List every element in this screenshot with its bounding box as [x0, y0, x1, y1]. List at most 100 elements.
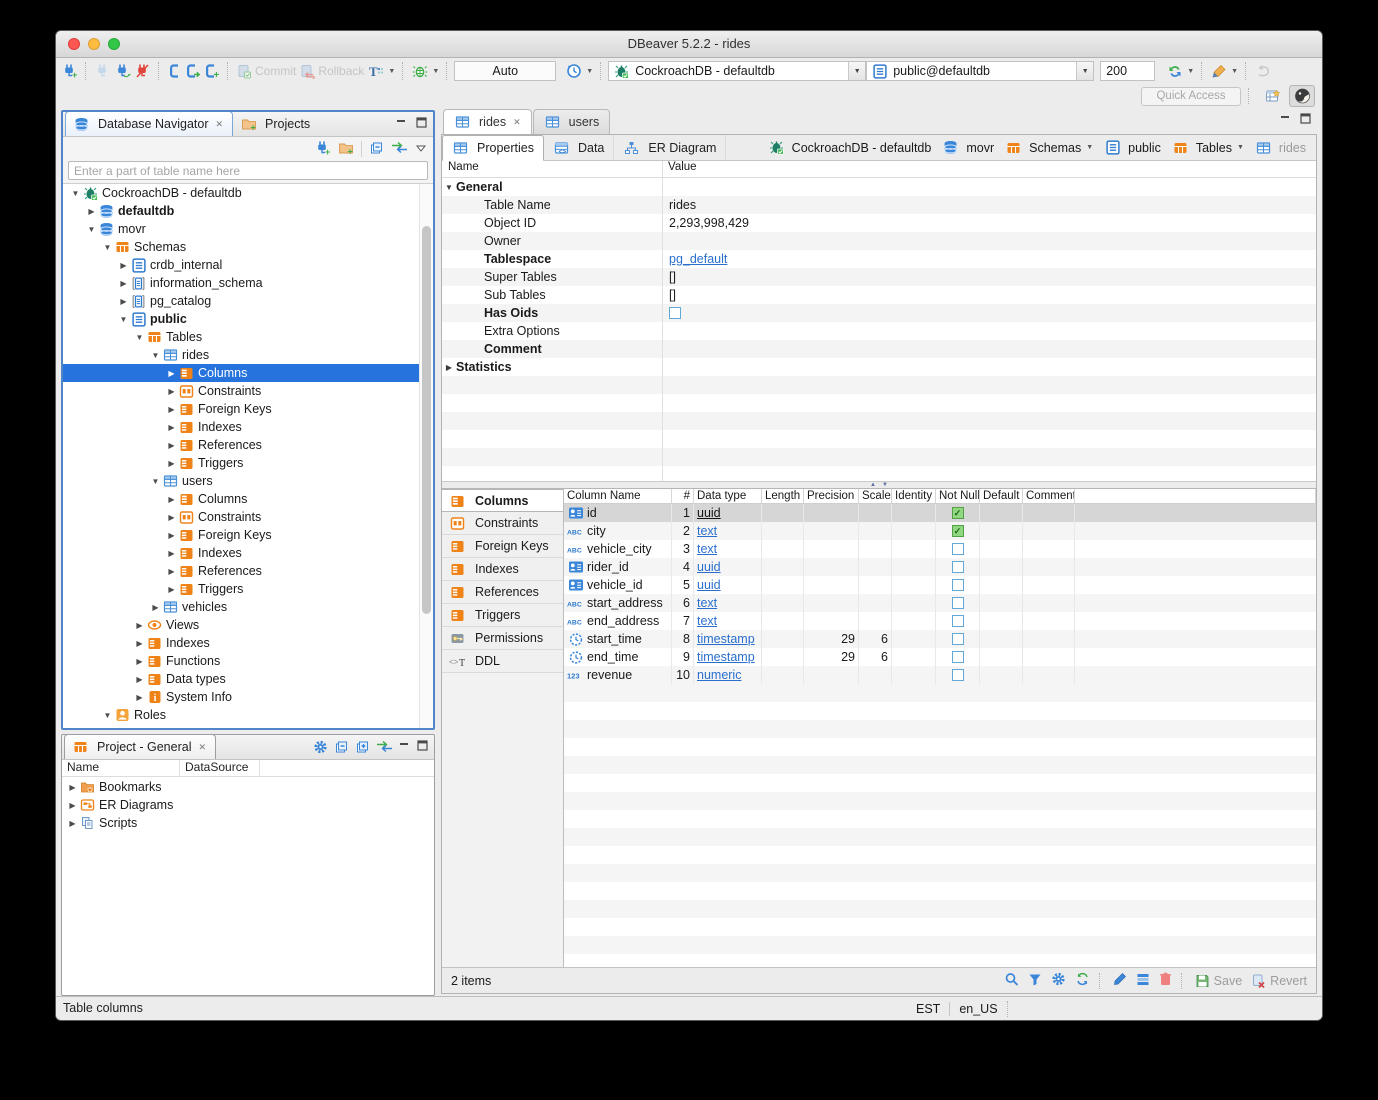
expand-arrow-icon[interactable]: ▶	[165, 441, 178, 450]
datatype-link[interactable]: timestamp	[697, 650, 755, 664]
project-item-scripts[interactable]: ▶Scripts	[62, 814, 434, 832]
editor-tab-rides[interactable]: rides✕	[443, 109, 532, 134]
expand-arrow-icon[interactable]: ▶	[133, 657, 146, 666]
tree-item-defaultdb[interactable]: ▶ defaultdb	[63, 202, 433, 220]
project-item-er-diagrams[interactable]: ▶ER Diagrams	[62, 796, 434, 814]
minimize-view-icon[interactable]	[396, 117, 408, 131]
object-tab-constraints[interactable]: Constraints	[442, 512, 563, 535]
expand-arrow-icon[interactable]: ▶	[165, 387, 178, 396]
navigator-scrollbar[interactable]	[419, 184, 433, 728]
collapse-arrow-icon[interactable]: ▼	[149, 351, 162, 360]
expand-arrow-icon[interactable]: ▶	[117, 261, 130, 270]
breadcrumb-movr[interactable]: movr	[942, 140, 994, 156]
datatype-link[interactable]: timestamp	[697, 632, 755, 646]
collapse-arrow-icon[interactable]: ▼	[442, 182, 456, 192]
maximize-editor-icon[interactable]	[1300, 113, 1312, 127]
col-header-not-null[interactable]: Not Null	[936, 489, 980, 504]
expand-arrow-icon[interactable]: ▶	[165, 531, 178, 540]
expand-arrow-icon[interactable]: ▶	[117, 279, 130, 288]
not-null-checkbox[interactable]	[952, 651, 964, 663]
minimize-editor-icon[interactable]	[1280, 113, 1292, 127]
view-tab-project-general[interactable]: Project - General✕	[64, 734, 216, 759]
tree-item-information-schema[interactable]: ▶ information_schema	[63, 274, 433, 292]
breadcrumb-schemas[interactable]: Schemas▼	[1005, 140, 1093, 156]
tree-item-triggers[interactable]: ▶ Triggers	[63, 580, 433, 598]
disconnect-button[interactable]	[133, 62, 153, 80]
expand-arrow-icon[interactable]: ▶	[133, 639, 146, 648]
edit-row-button[interactable]	[1113, 972, 1127, 989]
col-header-default[interactable]: Default	[980, 489, 1023, 504]
property-row-sub-tables[interactable]: Sub Tables[]	[442, 286, 1316, 304]
tree-item-foreign-keys[interactable]: ▶ Foreign Keys	[63, 526, 433, 544]
tree-item-indexes[interactable]: ▶ Indexes	[63, 418, 433, 436]
expand-arrow-icon[interactable]: ▶	[66, 783, 79, 792]
tablespace-link[interactable]: pg_default	[669, 252, 727, 266]
close-tab-icon[interactable]: ✕	[215, 119, 223, 130]
property-row-owner[interactable]: Owner	[442, 232, 1316, 250]
not-null-checkbox[interactable]	[952, 543, 964, 555]
tree-item-constraints[interactable]: ▶ Constraints	[63, 382, 433, 400]
tree-item-foreign-keys[interactable]: ▶ Foreign Keys	[63, 400, 433, 418]
project-collapse-all-button[interactable]	[334, 740, 349, 757]
not-null-checkbox[interactable]	[952, 597, 964, 609]
object-tab-references[interactable]: References	[442, 581, 563, 604]
has-oids-checkbox[interactable]	[669, 307, 681, 319]
tree-item-tables[interactable]: ▼ Tables	[63, 328, 433, 346]
nav-new-connection-button[interactable]: +	[315, 140, 331, 159]
new-sql-editor-button[interactable]: +	[203, 62, 222, 80]
column-row-vehicle-id[interactable]: vehicle_id	[564, 576, 672, 594]
col-header-identity[interactable]: Identity	[892, 489, 936, 504]
expand-arrow-icon[interactable]: ▶	[85, 207, 98, 216]
zoom-window-button[interactable]	[108, 38, 120, 50]
subtab-properties[interactable]: Properties	[442, 135, 544, 161]
project-item-bookmarks[interactable]: ▶Bookmarks	[62, 778, 434, 796]
sync-dropdown[interactable]: ▼	[1165, 63, 1196, 80]
tree-item-cockroachdb-defaultdb[interactable]: ▼ CockroachDB - defaultdb	[63, 184, 433, 202]
nav-collapse-all-button[interactable]	[369, 141, 384, 158]
breadcrumb-rides[interactable]: rides	[1255, 140, 1306, 156]
project-settings-button[interactable]	[313, 740, 328, 757]
open-sql-console-button[interactable]	[184, 62, 203, 80]
maximize-view-icon[interactable]	[416, 117, 428, 131]
tree-item-movr[interactable]: ▼ movr	[63, 220, 433, 238]
collapse-arrow-icon[interactable]: ▼	[101, 711, 114, 720]
not-null-checkbox[interactable]: ✓	[952, 507, 964, 519]
format-dropdown[interactable]: ▼	[1209, 63, 1240, 80]
expand-arrow-icon[interactable]: ▶	[165, 423, 178, 432]
collapse-arrow-icon[interactable]: ▼	[85, 225, 98, 234]
grid-search-button[interactable]	[1004, 972, 1019, 989]
tree-item-vehicles[interactable]: ▶ vehicles	[63, 598, 433, 616]
collapse-arrow-icon[interactable]: ▼	[101, 243, 114, 252]
project-col-name[interactable]: Name	[62, 760, 180, 776]
props-header-value[interactable]: Value	[662, 161, 697, 177]
tree-item-rides[interactable]: ▼ rides	[63, 346, 433, 364]
editor-tab-users[interactable]: users	[533, 109, 611, 134]
expand-arrow-icon[interactable]: ▶	[165, 549, 178, 558]
col-header-precision[interactable]: Precision	[804, 489, 859, 504]
property-row-super-tables[interactable]: Super Tables[]	[442, 268, 1316, 286]
pane-splitter[interactable]: ▲▼	[442, 481, 1316, 489]
col-header-hash[interactable]: #	[672, 489, 694, 504]
rollback-button[interactable]: Rollback	[298, 63, 366, 80]
connect-button[interactable]	[93, 62, 113, 80]
revert-button[interactable]: Revert	[1251, 974, 1307, 988]
fetch-size-input[interactable]: 200	[1100, 61, 1155, 81]
tree-item-public[interactable]: ▼ public	[63, 310, 433, 328]
expand-arrow-icon[interactable]: ▶	[149, 603, 162, 612]
view-tab-projects[interactable]: +Projects	[233, 112, 319, 136]
expand-arrow-icon[interactable]: ▶	[133, 693, 146, 702]
datatype-link[interactable]: uuid	[697, 560, 721, 574]
tree-item-triggers[interactable]: ▶ Triggers	[63, 454, 433, 472]
property-row-object-id[interactable]: Object ID2,293,998,429	[442, 214, 1316, 232]
datatype-link[interactable]: text	[697, 596, 717, 610]
tree-item-references[interactable]: ▶ References	[63, 562, 433, 580]
props-header-name[interactable]: Name	[442, 161, 662, 177]
table-filter-input[interactable]: Enter a part of table name here	[68, 161, 428, 180]
object-tab-permissions[interactable]: Permissions	[442, 627, 563, 650]
nav-link-editor-button[interactable]	[391, 141, 408, 157]
nav-new-folder-button[interactable]: +	[338, 141, 354, 158]
object-tab-ddl[interactable]: <>TDDL	[442, 650, 563, 673]
collapse-arrow-icon[interactable]: ▼	[133, 333, 146, 342]
project-link-button[interactable]	[376, 740, 393, 757]
not-null-checkbox[interactable]	[952, 615, 964, 627]
